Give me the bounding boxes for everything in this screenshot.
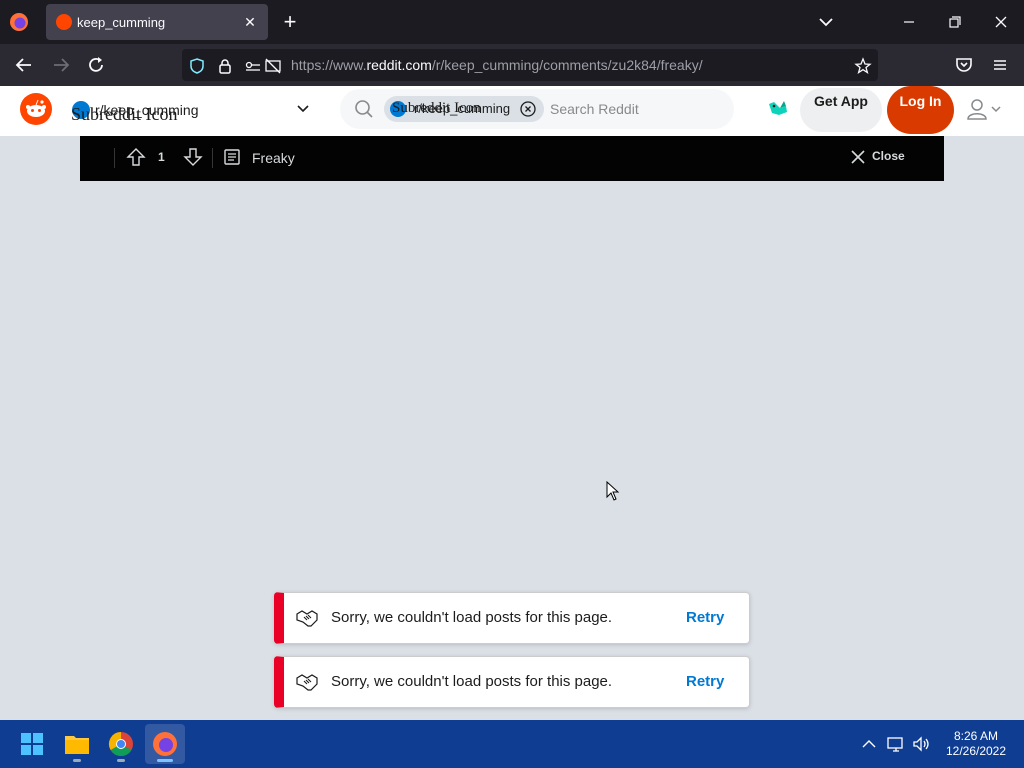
app-menu-icon[interactable] — [989, 54, 1011, 76]
reddit-favicon-icon — [56, 14, 72, 30]
browser-tab[interactable]: keep_cumming ✕ — [46, 4, 268, 40]
restore-icon[interactable] — [940, 8, 970, 36]
clock-date: 12/26/2022 — [945, 744, 1007, 758]
reddit-header: Subreddit Icon r/keep_cumming r/keep_cum… — [0, 86, 1024, 136]
subreddit-chip-alt-text: Subreddit Icon — [392, 100, 481, 116]
get-app-button[interactable]: Get App — [800, 88, 882, 132]
toast-message: Sorry, we couldn't load posts for this p… — [331, 673, 613, 690]
toast-message: Sorry, we couldn't load posts for this p… — [331, 609, 613, 626]
back-icon[interactable] — [13, 54, 35, 76]
tab-close-icon[interactable]: ✕ — [240, 12, 260, 32]
retry-button[interactable]: Retry — [686, 609, 724, 626]
windows-start-icon — [21, 733, 43, 755]
running-indicator — [117, 759, 125, 762]
forward-icon[interactable] — [50, 54, 72, 76]
shield-icon[interactable] — [188, 57, 206, 75]
error-toast: Sorry, we couldn't load posts for this p… — [274, 592, 750, 644]
address-bar[interactable]: https://www.reddit.com/r/keep_cumming/co… — [182, 49, 878, 81]
volume-icon[interactable] — [911, 734, 931, 754]
search-bar[interactable]: r/keep_cumming Subreddit Icon — [340, 89, 734, 129]
network-icon[interactable] — [886, 734, 906, 754]
retry-button[interactable]: Retry — [686, 673, 724, 690]
file-explorer-icon — [65, 736, 89, 754]
new-tab-icon[interactable]: + — [278, 10, 302, 34]
post-overlay-bar: 1 Freaky Close — [80, 136, 944, 181]
firefox-icon — [153, 732, 177, 756]
list-all-tabs-icon[interactable] — [814, 12, 838, 32]
reddit-logo-icon[interactable] — [20, 93, 52, 125]
mouse-cursor-icon — [606, 481, 620, 501]
divider — [114, 148, 115, 168]
post-title: Freaky — [252, 150, 295, 166]
subreddit-dropdown[interactable]: Subreddit Icon r/keep_cumming — [70, 92, 320, 128]
taskbar-clock[interactable]: 8:26 AM 12/26/2022 — [940, 729, 1012, 759]
browser-nav-toolbar: https://www.reddit.com/r/keep_cumming/co… — [0, 44, 1024, 86]
media-blocked-icon[interactable] — [264, 57, 282, 75]
bookmark-star-icon[interactable] — [854, 57, 872, 75]
user-dropdown[interactable] — [964, 96, 1006, 124]
firefox-view-icon[interactable] — [8, 11, 30, 33]
chevron-down-icon — [297, 105, 309, 113]
error-toast: Sorry, we couldn't load posts for this p… — [274, 656, 750, 708]
close-label: Close — [872, 149, 905, 163]
url-path: /r/keep_cumming/comments/zu2k84/freaky/ — [431, 57, 703, 73]
url-host: reddit.com — [366, 57, 432, 73]
running-indicator — [73, 759, 81, 762]
reload-icon[interactable] — [85, 54, 107, 76]
advertise-icon[interactable] — [766, 96, 790, 120]
close-window-icon[interactable] — [986, 8, 1016, 36]
windows-taskbar: 8:26 AM 12/26/2022 — [0, 720, 1024, 768]
subreddit-name: r/keep_cumming — [95, 102, 199, 118]
text-post-icon — [224, 149, 240, 165]
pocket-icon[interactable] — [953, 54, 975, 76]
start-button[interactable] — [12, 724, 52, 764]
running-indicator — [157, 759, 173, 762]
divider — [212, 148, 213, 168]
handshake-icon — [296, 610, 318, 627]
search-subreddit-chip[interactable]: r/keep_cumming Subreddit Icon — [384, 96, 544, 122]
show-hidden-icons-icon[interactable] — [859, 734, 879, 754]
taskbar-firefox[interactable] — [145, 724, 185, 764]
browser-tab-strip: keep_cumming ✕ + — [0, 0, 1024, 44]
search-icon — [355, 100, 373, 118]
taskbar-chrome[interactable] — [101, 724, 141, 764]
lock-icon[interactable] — [216, 57, 234, 75]
downvote-icon[interactable] — [182, 146, 204, 168]
url-text[interactable]: https://www.reddit.com/r/keep_cumming/co… — [291, 57, 703, 73]
tab-title: keep_cumming — [77, 15, 166, 30]
clear-chip-icon[interactable] — [519, 100, 537, 118]
vote-score: 1 — [158, 150, 165, 164]
permissions-icon[interactable] — [244, 57, 262, 75]
log-in-button[interactable]: Log In — [887, 86, 954, 134]
close-icon — [851, 150, 865, 164]
search-input[interactable] — [550, 99, 720, 119]
url-prefix: https://www. — [291, 57, 367, 73]
minimize-icon[interactable] — [894, 8, 924, 36]
close-post-button[interactable]: Close — [850, 148, 930, 168]
clock-time: 8:26 AM — [953, 729, 999, 743]
chrome-icon — [108, 732, 133, 757]
user-icon — [967, 99, 1001, 120]
handshake-icon — [296, 674, 318, 691]
upvote-icon[interactable] — [125, 146, 147, 168]
taskbar-file-explorer[interactable] — [57, 724, 97, 764]
